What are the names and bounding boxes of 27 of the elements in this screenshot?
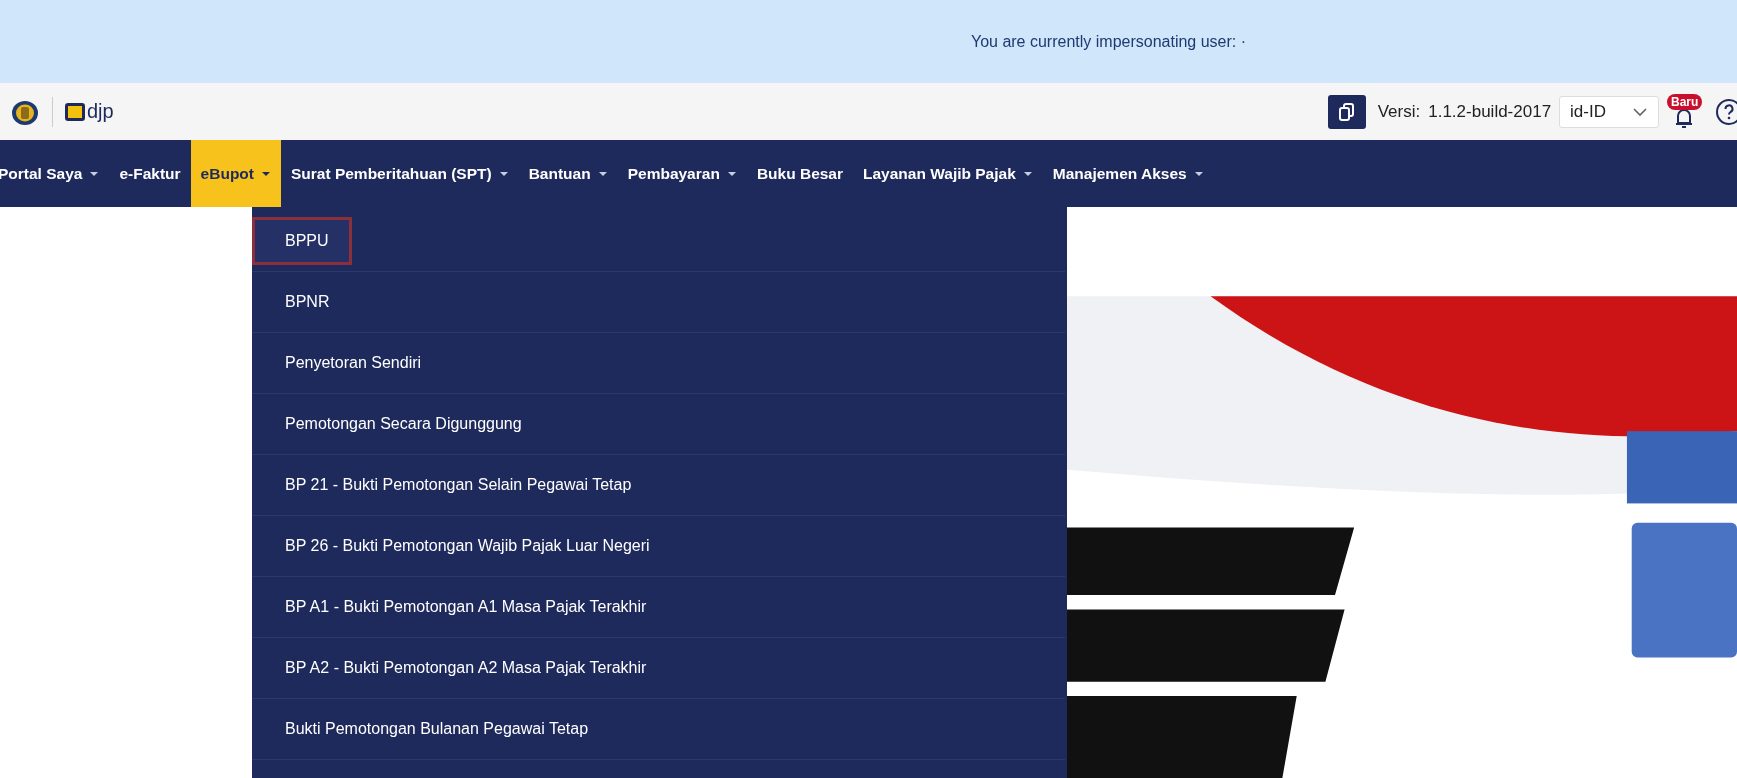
dropdown-item[interactable]: BP 21 - Bukti Pemotongan Selain Pegawai Tetap <box>252 461 655 509</box>
nav-menu-item[interactable]: Bantuan <box>518 140 618 207</box>
dropdown-item[interactable]: Bukti Pemotongan Bulanan Pegawai Tetap <box>252 705 612 753</box>
dropdown-item[interactable]: BPPU <box>252 217 352 265</box>
dropdown-item[interactable]: BPNR <box>252 278 353 326</box>
dropdown-item[interactable]: BP A1 - Bukti Pemotongan A1 Masa Pajak Terakhir <box>252 583 670 631</box>
nav-menu-item[interactable]: Buku Besar <box>746 140 854 207</box>
dropdown-item[interactable]: Penyetoran Sendiri <box>252 339 445 387</box>
djp-logo[interactable]: djp <box>65 100 114 123</box>
dropdown-item[interactable]: BP 26 - Bukti Pemotongan Wajib Pajak Luar Negeri <box>252 522 673 570</box>
nav-menu-item[interactable]: eBupot <box>190 140 281 207</box>
version-number: 1.1.2-build-2017 <box>1428 101 1552 122</box>
dropdown-item[interactable]: BP A2 - Bukti Pemotongan A2 Masa Pajak Terakhir <box>252 644 670 692</box>
version-label: Versi: <box>1377 101 1421 122</box>
nav-menu-item[interactable]: Pembayaran <box>617 140 747 207</box>
copy-button[interactable] <box>1327 94 1366 129</box>
language-select[interactable]: id-ID <box>1559 95 1659 128</box>
impersonation-notice: You are currently impersonating user: · <box>970 32 1247 51</box>
copy-icon <box>1337 101 1356 122</box>
help-icon[interactable] <box>1715 97 1737 126</box>
notification-badge: Baru <box>1667 93 1703 110</box>
chevron-down-icon <box>1632 106 1648 117</box>
nav-menu-item[interactable]: Surat Pemberitahuan (SPT) <box>281 140 519 207</box>
nav-menu-item[interactable]: Manajemen Akses <box>1042 140 1214 207</box>
dropdown-item[interactable]: Pemotongan Secara Digunggung <box>252 400 545 448</box>
nav-menu-item[interactable]: Layanan Wajib Pajak <box>853 140 1043 207</box>
nav-menu-item[interactable]: e-Faktur <box>109 140 191 207</box>
